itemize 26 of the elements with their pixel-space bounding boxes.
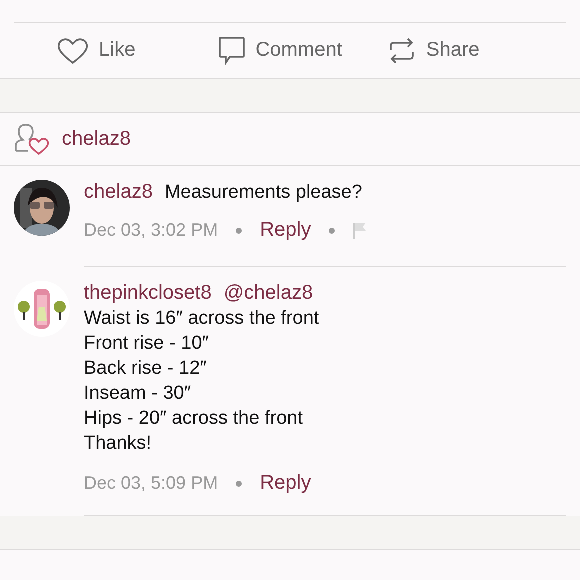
heart-icon: [57, 36, 89, 64]
speech-bubble-icon: [218, 36, 246, 66]
timestamp: Dec 03, 3:02 PM: [84, 220, 218, 241]
username-link[interactable]: chelaz8: [84, 180, 153, 205]
separator-dot: [236, 480, 242, 486]
repeat-arrows-icon: [388, 36, 416, 66]
username-link[interactable]: thepinkcloset8: [84, 281, 212, 306]
reply-link[interactable]: Reply: [260, 472, 312, 495]
mention-link[interactable]: @chelaz8: [224, 281, 314, 306]
comment-line: Front rise - 10″: [84, 332, 210, 356]
flag-icon[interactable]: [353, 222, 368, 240]
share-button[interactable]: Share: [388, 36, 480, 66]
timestamp: Dec 03, 5:09 PM: [84, 473, 218, 494]
comment-line: Inseam - 30″: [84, 382, 192, 406]
like-button[interactable]: Like: [57, 36, 136, 64]
username-link[interactable]: chelaz8: [62, 128, 131, 150]
comment-line: Hips - 20″ across the front: [84, 407, 304, 431]
comment-line: Waist is 16″ across the front: [84, 307, 320, 331]
user-heart-icon: [14, 123, 50, 155]
reply-link[interactable]: Reply: [260, 219, 312, 242]
comment-line: Back rise - 12″: [84, 357, 208, 381]
separator-dot: [236, 228, 242, 234]
comment-text: Measurements please?: [164, 181, 362, 205]
comment-button[interactable]: Comment: [218, 36, 342, 66]
comment-line: Thanks!: [84, 432, 153, 456]
separator-dot: [329, 228, 336, 234]
